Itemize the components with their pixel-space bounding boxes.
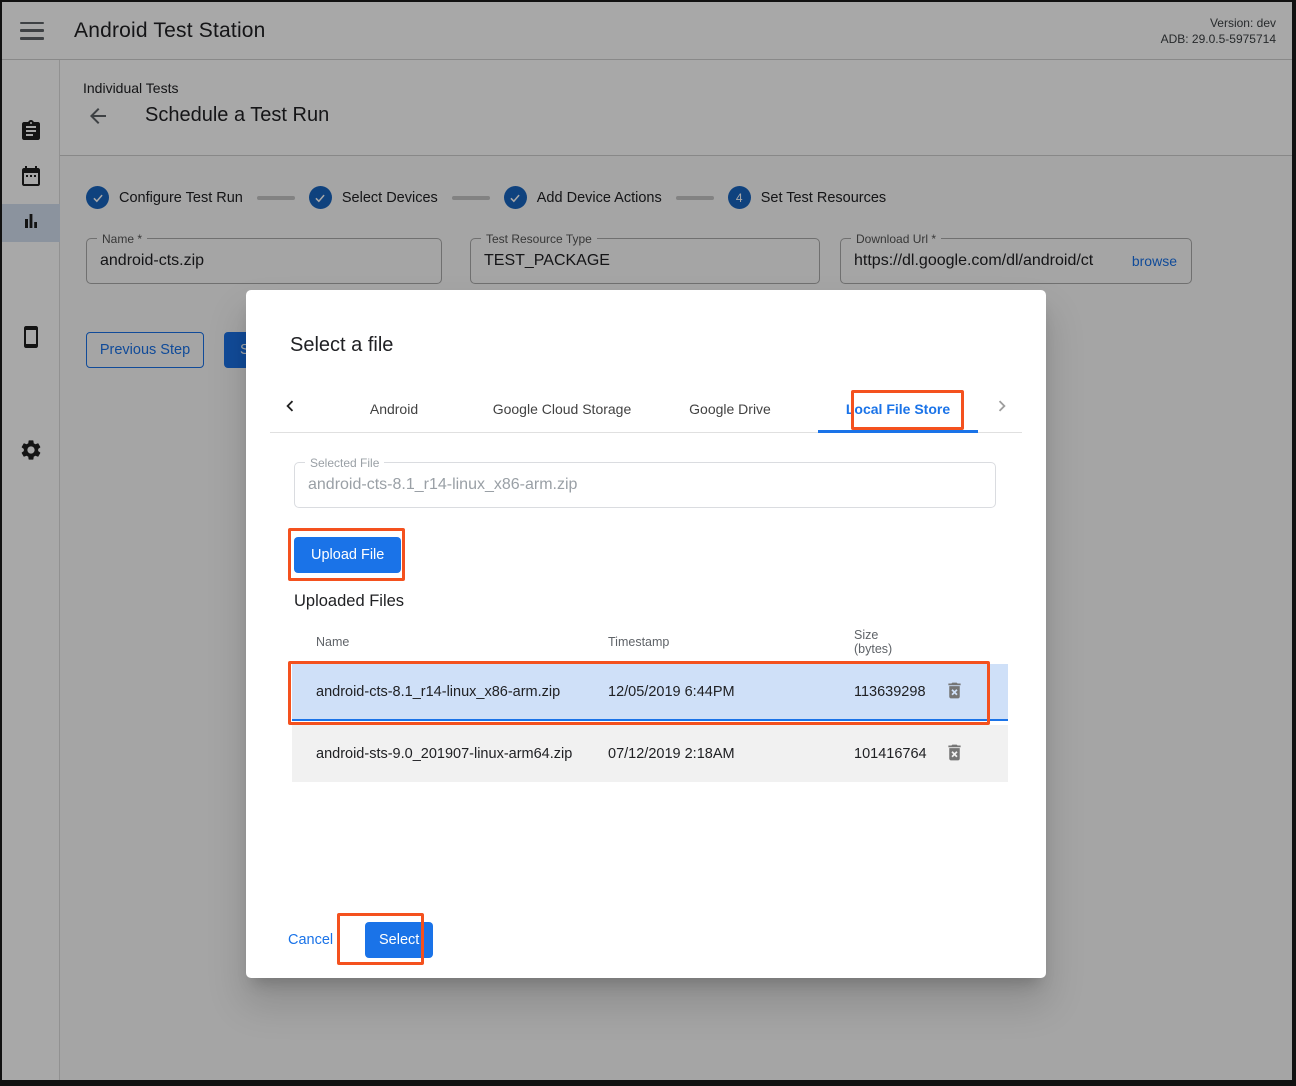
uploaded-files-title: Uploaded Files [294,592,404,611]
selected-file-value: android-cts-8.1_r14-linux_x86-arm.zip [308,463,987,507]
file-timestamp: 12/05/2019 6:44PM [608,684,854,700]
file-timestamp: 07/12/2019 2:18AM [608,746,854,762]
trash-icon [944,742,965,766]
tab-bar: Android Google Cloud Storage Google Driv… [270,385,1022,433]
selected-file-field[interactable]: Selected File android-cts-8.1_r14-linux_… [294,462,996,508]
header-name: Name [292,635,608,649]
file-size: 113639298 [854,684,932,700]
uploaded-files-table: Name Timestamp Size (bytes) android-cts-… [292,620,1008,782]
chevron-left-icon [279,395,301,422]
header-size: Size (bytes) [854,628,932,656]
table-row[interactable]: android-cts-8.1_r14-linux_x86-arm.zip 12… [292,664,1008,721]
table-header-row: Name Timestamp Size (bytes) [292,620,1008,664]
screen: Android Test Station Version: dev ADB: 2… [0,0,1296,1086]
cancel-button[interactable]: Cancel [274,924,347,956]
file-name: android-cts-8.1_r14-linux_x86-arm.zip [292,684,608,700]
header-timestamp: Timestamp [608,635,854,649]
app-window: Android Test Station Version: dev ADB: 2… [2,2,1292,1080]
file-name: android-sts-9.0_201907-linux-arm64.zip [292,746,608,762]
file-size: 101416764 [854,746,932,762]
delete-file-button[interactable] [940,678,968,706]
dialog-actions: Cancel Select [274,922,433,958]
tab-google-drive[interactable]: Google Drive [646,385,814,432]
trash-icon [944,680,965,704]
tab-google-cloud-storage[interactable]: Google Cloud Storage [478,385,646,432]
select-file-dialog: Select a file Android Google Cloud Stora… [246,290,1046,978]
tab-local-file-store[interactable]: Local File Store [814,385,982,432]
dialog-title: Select a file [290,334,393,357]
table-row[interactable]: android-sts-9.0_201907-linux-arm64.zip 0… [292,725,1008,782]
delete-file-button[interactable] [940,740,968,768]
chevron-right-icon [991,395,1013,422]
tabs: Android Google Cloud Storage Google Driv… [310,385,982,432]
tabs-scroll-right-button[interactable] [982,385,1022,432]
tabs-scroll-left-button[interactable] [270,385,310,432]
upload-file-button[interactable]: Upload File [294,537,401,573]
tab-android[interactable]: Android [310,385,478,432]
select-button[interactable]: Select [365,922,433,958]
